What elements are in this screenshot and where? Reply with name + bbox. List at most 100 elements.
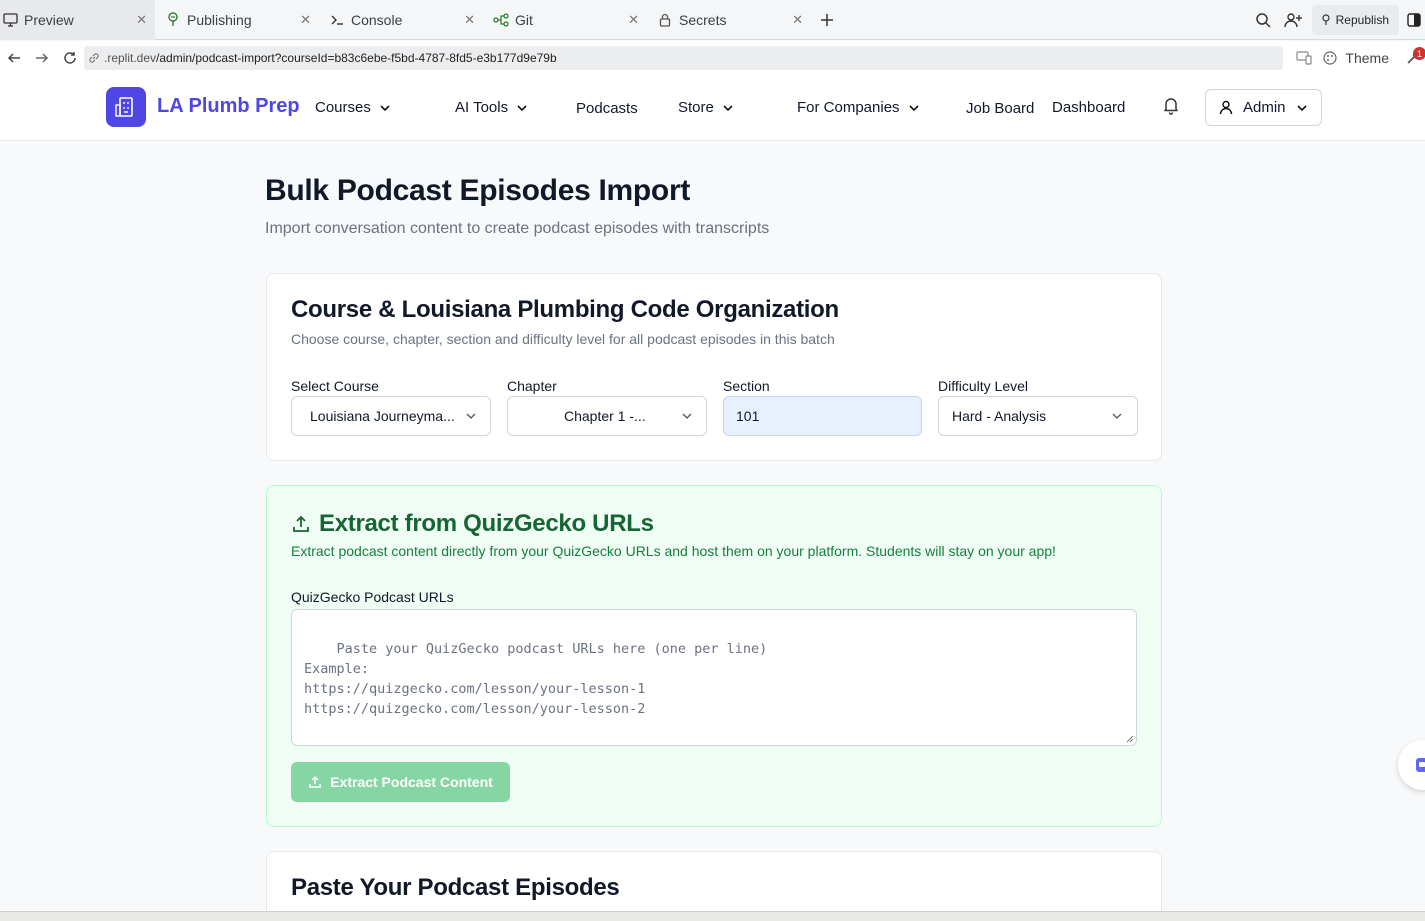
urls-textarea[interactable]: Paste your QuizGecko podcast URLs here (… (291, 609, 1137, 746)
invite-user-icon[interactable] (1278, 5, 1308, 35)
refresh-icon (64, 52, 76, 64)
difficulty-value: Hard - Analysis (952, 408, 1047, 424)
nav-ai-tools[interactable]: AI Tools (455, 99, 528, 116)
publishing-icon (165, 12, 181, 28)
extract-button-label: Extract Podcast Content (330, 774, 493, 790)
lock-icon (657, 12, 673, 28)
difficulty-label: Difficulty Level (938, 378, 1029, 394)
tab-preview[interactable]: Preview ✕ (0, 0, 155, 40)
logo[interactable] (106, 87, 146, 127)
organization-title: Course & Louisiana Plumbing Code Organiz… (291, 296, 839, 323)
chat-widget-button[interactable] (1398, 740, 1425, 790)
republish-button[interactable]: Republish (1311, 5, 1399, 35)
workspace-tab-bar: Preview ✕ Publishing ✕ Console ✕ Git ✕ S… (0, 0, 1425, 40)
extract-card: Extract from QuizGecko URLs Extract podc… (266, 485, 1162, 827)
status-strip (0, 911, 1425, 921)
chapter-select[interactable]: Chapter 1 -... (507, 396, 707, 436)
chapter-label: Chapter (507, 378, 557, 394)
monitor-icon (2, 12, 18, 28)
chevron-down-icon (682, 413, 692, 420)
nav-podcasts[interactable]: Podcasts (576, 100, 638, 117)
republish-label: Republish (1335, 13, 1389, 27)
page-title: Bulk Podcast Episodes Import (265, 174, 691, 207)
close-icon[interactable]: ✕ (300, 12, 311, 28)
url-domain: .replit.dev (104, 51, 157, 65)
forward-button[interactable] (28, 44, 56, 72)
upload-icon (293, 515, 309, 532)
difficulty-select[interactable]: Hard - Analysis (938, 396, 1138, 436)
tab-secrets[interactable]: Secrets ✕ (647, 0, 811, 40)
user-icon (1219, 100, 1233, 115)
chevron-down-icon (466, 413, 476, 420)
tab-console[interactable]: Console ✕ (319, 0, 483, 40)
chevron-down-icon (379, 104, 391, 112)
publishing-icon (1322, 14, 1330, 25)
nav-label: AI Tools (455, 99, 509, 116)
bell-icon[interactable] (1163, 97, 1179, 120)
reload-button[interactable] (56, 44, 84, 72)
paste-title: Paste Your Podcast Episodes (291, 874, 620, 901)
organization-card: Course & Louisiana Plumbing Code Organiz… (266, 273, 1162, 461)
url-path: /admin/podcast-import?courseId=b83c6ebe-… (156, 51, 557, 65)
devtools-button[interactable]: 1 (1401, 43, 1425, 73)
app-header: LA Plumb Prep Courses AI Tools Podcasts … (0, 75, 1425, 141)
extract-podcast-button[interactable]: Extract Podcast Content (291, 762, 510, 802)
nav-label: Job Board (966, 100, 1035, 117)
extract-title-text: Extract from QuizGecko URLs (319, 510, 654, 537)
course-select[interactable]: Louisiana Journeyma... (291, 396, 491, 436)
urls-label: QuizGecko Podcast URLs (291, 589, 454, 605)
course-label: Select Course (291, 378, 379, 394)
section-label: Section (723, 378, 770, 394)
url-bar: .replit.dev/admin/podcast-import?courseI… (0, 41, 1425, 75)
nav-label: For Companies (797, 99, 900, 116)
extract-title: Extract from QuizGecko URLs (291, 510, 654, 538)
close-icon[interactable]: ✕ (628, 12, 639, 28)
nav-label: Podcasts (576, 100, 638, 117)
tab-label: Console (351, 11, 403, 28)
notification-badge: 1 (1413, 47, 1425, 60)
arrow-right-icon (36, 53, 49, 63)
back-button[interactable] (0, 44, 28, 72)
devices-icon[interactable] (1289, 43, 1319, 73)
close-icon[interactable]: ✕ (136, 12, 147, 28)
link-icon (89, 53, 99, 63)
tab-label: Publishing (187, 11, 252, 28)
page-subtitle: Import conversation content to create po… (265, 220, 770, 237)
chevron-down-icon (1296, 104, 1308, 112)
panel-toggle-icon[interactable] (1403, 5, 1425, 35)
extract-description: Extract podcast content directly from yo… (291, 543, 1056, 559)
nav-store[interactable]: Store (678, 99, 734, 116)
nav-job-board[interactable]: Job Board (966, 100, 1034, 117)
tab-label: Git (515, 11, 533, 28)
close-icon[interactable]: ✕ (464, 12, 475, 28)
upload-icon (309, 775, 321, 788)
nav-courses[interactable]: Courses (315, 99, 391, 116)
add-tab-button[interactable] (813, 6, 841, 34)
address-field[interactable]: .replit.dev/admin/podcast-import?courseI… (84, 46, 1283, 70)
resize-handle-icon[interactable] (1126, 735, 1134, 743)
section-input[interactable]: 101 (723, 396, 922, 436)
building-icon (115, 97, 133, 117)
chevron-down-icon (516, 104, 528, 112)
chat-icon (1416, 758, 1425, 772)
organization-description: Choose course, chapter, section and diff… (291, 331, 835, 347)
chapter-value: Chapter 1 -... (564, 408, 646, 424)
section-value: 101 (736, 408, 760, 424)
urls-placeholder: Paste your QuizGecko podcast URLs here (… (304, 641, 768, 717)
tab-label: Preview (24, 11, 74, 28)
palette-icon[interactable] (1319, 43, 1341, 73)
tab-publishing[interactable]: Publishing ✕ (155, 0, 319, 40)
admin-menu-button[interactable]: Admin (1205, 89, 1322, 126)
course-value: Louisiana Journeyma... (310, 408, 455, 424)
brand-name[interactable]: LA Plumb Prep (157, 95, 300, 118)
chevron-down-icon (908, 104, 920, 112)
nav-dashboard[interactable]: Dashboard (1052, 99, 1125, 116)
tab-git[interactable]: Git ✕ (483, 0, 647, 40)
nav-label: Courses (315, 99, 371, 116)
plus-icon (821, 13, 833, 26)
tab-label: Secrets (679, 11, 727, 28)
nav-for-companies[interactable]: For Companies (797, 99, 920, 116)
close-icon[interactable]: ✕ (792, 12, 803, 28)
theme-button[interactable]: Theme (1345, 50, 1389, 66)
search-icon[interactable] (1248, 5, 1278, 35)
